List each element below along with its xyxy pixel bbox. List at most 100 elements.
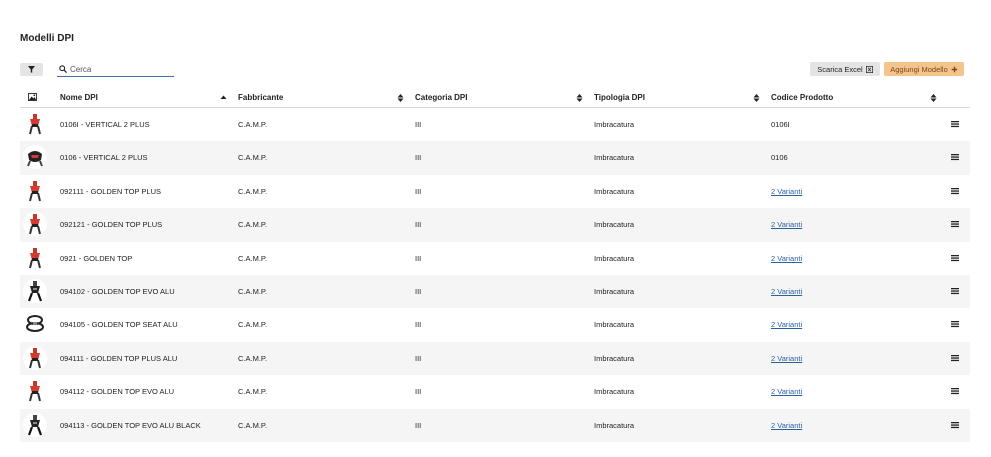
cell-tipologia-dpi: Imbracatura bbox=[594, 387, 635, 397]
cell-nome-dpi: 092111 - GOLDEN TOP PLUS bbox=[60, 186, 162, 196]
cell-fabbricante: C.A.M.P. bbox=[238, 220, 268, 230]
row-menu-icon[interactable] bbox=[951, 387, 959, 395]
sort-icon[interactable] bbox=[397, 93, 404, 103]
row-menu-icon[interactable] bbox=[951, 220, 959, 228]
column-header-fabbricante[interactable]: Fabbricante bbox=[238, 93, 283, 102]
row-menu-icon[interactable] bbox=[951, 320, 959, 328]
variants-link[interactable]: 2 Varianti bbox=[771, 354, 802, 363]
variants-link[interactable]: 2 Varianti bbox=[771, 421, 802, 430]
cell-fabbricante: C.A.M.P. bbox=[238, 253, 268, 263]
column-header-codice-prodotto[interactable]: Codice Prodotto bbox=[771, 93, 833, 102]
table-row[interactable]: 094105 - GOLDEN TOP SEAT ALU C.A.M.P. III I… bbox=[20, 308, 970, 341]
cell-fabbricante: C.A.M.P. bbox=[238, 353, 268, 363]
cell-categoria-dpi: III bbox=[415, 220, 422, 230]
column-header-nome-dpi[interactable]: Nome DPI bbox=[60, 93, 98, 102]
cell-fabbricante: C.A.M.P. bbox=[238, 320, 268, 330]
cell-categoria-dpi: III bbox=[415, 286, 422, 296]
search-box bbox=[57, 62, 174, 77]
column-header-categoria-dpi[interactable]: Categoria DPI bbox=[415, 93, 467, 102]
cell-categoria-dpi: III bbox=[415, 120, 422, 129]
cell-nome-dpi: 0921 - GOLDEN TOP bbox=[60, 253, 133, 263]
cell-nome-dpi: 094111 - GOLDEN TOP PLUS ALU bbox=[60, 353, 178, 363]
product-thumbnail bbox=[23, 379, 47, 404]
cell-nome-dpi: 094112 - GOLDEN TOP EVO ALU bbox=[60, 387, 175, 397]
table-row[interactable]: 0106I - VERTICAL 2 PLUS C.A.M.P. III Imbrac… bbox=[20, 108, 970, 141]
cell-tipologia-dpi: Imbracatura bbox=[594, 253, 635, 263]
filter-icon bbox=[28, 66, 35, 73]
sort-icon[interactable] bbox=[576, 93, 583, 103]
cell-nome-dpi: 0106 - VERTICAL 2 PLUS bbox=[60, 153, 148, 163]
image-icon bbox=[28, 93, 37, 101]
cell-fabbricante: C.A.M.P. bbox=[238, 120, 268, 129]
table-row[interactable]: 094102 - GOLDEN TOP EVO ALU C.A.M.P. III Im… bbox=[20, 274, 970, 309]
cell-tipologia-dpi: Imbracatura bbox=[594, 220, 635, 230]
download-excel-label: Scarica Excel bbox=[817, 64, 863, 74]
download-excel-button[interactable]: Scarica Excel bbox=[810, 62, 880, 76]
sort-icon[interactable] bbox=[930, 93, 937, 103]
cell-categoria-dpi: III bbox=[415, 253, 422, 263]
product-thumbnail bbox=[23, 245, 47, 270]
cell-fabbricante: C.A.M.P. bbox=[238, 387, 268, 397]
product-thumbnail bbox=[23, 212, 47, 237]
row-menu-icon[interactable] bbox=[951, 254, 959, 262]
cell-tipologia-dpi: Imbracatura bbox=[594, 286, 635, 296]
table-row[interactable]: 094111 - GOLDEN TOP PLUS ALU C.A.M.P. III I… bbox=[20, 341, 970, 376]
table-row[interactable]: 0106 - VERTICAL 2 PLUS C.A.M.P. III Imbraca… bbox=[20, 141, 970, 175]
sort-icon[interactable] bbox=[753, 93, 760, 103]
table-row[interactable]: 0921 - GOLDEN TOP C.A.M.P. III Imbracatura 2… bbox=[20, 242, 970, 275]
sort-ascending-icon[interactable] bbox=[220, 93, 227, 103]
variants-link[interactable]: 2 Varianti bbox=[771, 287, 802, 296]
row-menu-icon[interactable] bbox=[951, 421, 959, 429]
row-menu-icon[interactable] bbox=[951, 354, 959, 362]
page-title: Modelli DPI bbox=[20, 33, 74, 44]
row-menu-icon[interactable] bbox=[951, 187, 959, 195]
cell-codice-prodotto: 0106 bbox=[771, 153, 788, 163]
row-menu-icon[interactable] bbox=[951, 287, 959, 295]
search-input[interactable] bbox=[70, 64, 170, 74]
excel-file-icon bbox=[865, 65, 873, 73]
cell-nome-dpi: 094113 - GOLDEN TOP EVO ALU BLACK bbox=[60, 420, 201, 430]
row-menu-icon[interactable] bbox=[951, 153, 959, 161]
variants-link[interactable]: 2 Varianti bbox=[771, 220, 802, 229]
cell-fabbricante: C.A.M.P. bbox=[238, 420, 268, 430]
plus-icon bbox=[951, 66, 958, 72]
variants-link[interactable]: 2 Varianti bbox=[771, 387, 802, 396]
cell-fabbricante: C.A.M.P. bbox=[238, 153, 268, 163]
cell-nome-dpi: 094102 - GOLDEN TOP EVO ALU bbox=[60, 286, 175, 296]
cell-codice-prodotto: 0106I bbox=[771, 120, 790, 129]
product-thumbnail bbox=[23, 312, 47, 337]
product-thumbnail bbox=[23, 145, 47, 170]
product-thumbnail bbox=[23, 345, 47, 370]
cell-nome-dpi: 0106I - VERTICAL 2 PLUS bbox=[60, 120, 150, 129]
cell-tipologia-dpi: Imbracatura bbox=[594, 320, 635, 330]
variants-link[interactable]: 2 Varianti bbox=[771, 254, 802, 263]
table-body: 0106I - VERTICAL 2 PLUS C.A.M.P. III Imbrac… bbox=[20, 108, 970, 442]
product-thumbnail bbox=[23, 412, 47, 437]
column-header-tipologia-dpi[interactable]: Tipologia DPI bbox=[594, 93, 645, 102]
table-row[interactable]: 092111 - GOLDEN TOP PLUS C.A.M.P. III Imbra… bbox=[20, 175, 970, 208]
cell-tipologia-dpi: Imbracatura bbox=[594, 353, 635, 363]
cell-categoria-dpi: III bbox=[415, 387, 422, 397]
cell-fabbricante: C.A.M.P. bbox=[238, 286, 268, 296]
cell-categoria-dpi: III bbox=[415, 186, 422, 196]
cell-tipologia-dpi: Imbracatura bbox=[594, 153, 635, 163]
cell-nome-dpi: 094105 - GOLDEN TOP SEAT ALU bbox=[60, 320, 178, 330]
product-thumbnail bbox=[23, 278, 47, 303]
add-model-label: Aggiungi Modello bbox=[890, 64, 948, 74]
table-row[interactable]: 094113 - GOLDEN TOP EVO ALU BLACK C.A.M.P… bbox=[20, 408, 970, 442]
search-icon bbox=[59, 65, 67, 73]
cell-nome-dpi: 092121 - GOLDEN TOP PLUS bbox=[60, 220, 163, 230]
variants-link[interactable]: 2 Varianti bbox=[771, 320, 802, 329]
product-thumbnail bbox=[23, 178, 47, 203]
variants-link[interactable]: 2 Varianti bbox=[771, 187, 802, 196]
filter-button[interactable] bbox=[20, 63, 43, 76]
product-thumbnail bbox=[23, 112, 47, 136]
row-menu-icon[interactable] bbox=[951, 120, 959, 128]
cell-categoria-dpi: III bbox=[415, 353, 422, 363]
table-row[interactable]: 092121 - GOLDEN TOP PLUS C.A.M.P. III Imbra… bbox=[20, 208, 970, 242]
table-row[interactable]: 094112 - GOLDEN TOP EVO ALU C.A.M.P. III Im… bbox=[20, 375, 970, 408]
cell-fabbricante: C.A.M.P. bbox=[238, 186, 268, 196]
add-model-button[interactable]: Aggiungi Modello bbox=[884, 62, 964, 76]
cell-categoria-dpi: III bbox=[415, 420, 422, 430]
cell-categoria-dpi: III bbox=[415, 320, 422, 330]
